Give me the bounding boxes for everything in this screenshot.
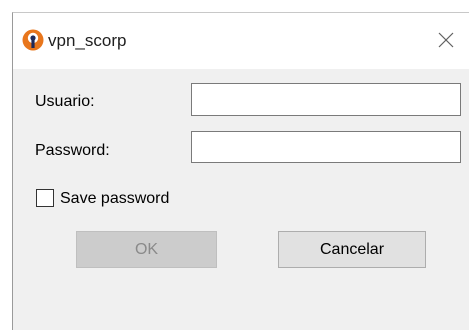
password-field[interactable] — [191, 131, 461, 163]
ok-button[interactable]: OK — [76, 231, 217, 268]
username-field[interactable] — [191, 83, 461, 116]
openvpn-logo-icon — [22, 29, 44, 51]
login-dialog: vpn_scorp Usuario: Password: Save passwo… — [12, 12, 469, 330]
password-label: Password: — [35, 142, 110, 159]
save-password-label[interactable]: Save password — [60, 190, 169, 208]
close-icon — [438, 32, 454, 48]
window-title: vpn_scorp — [48, 31, 127, 50]
cancel-button-label: Cancelar — [319, 240, 385, 258]
ok-button-label: OK — [134, 240, 159, 258]
close-button[interactable] — [429, 25, 463, 55]
cancel-button[interactable]: Cancelar — [278, 231, 426, 268]
save-password-checkbox[interactable] — [36, 189, 54, 207]
username-label: Usuario: — [35, 93, 95, 110]
title-bar: vpn_scorp — [13, 13, 469, 69]
